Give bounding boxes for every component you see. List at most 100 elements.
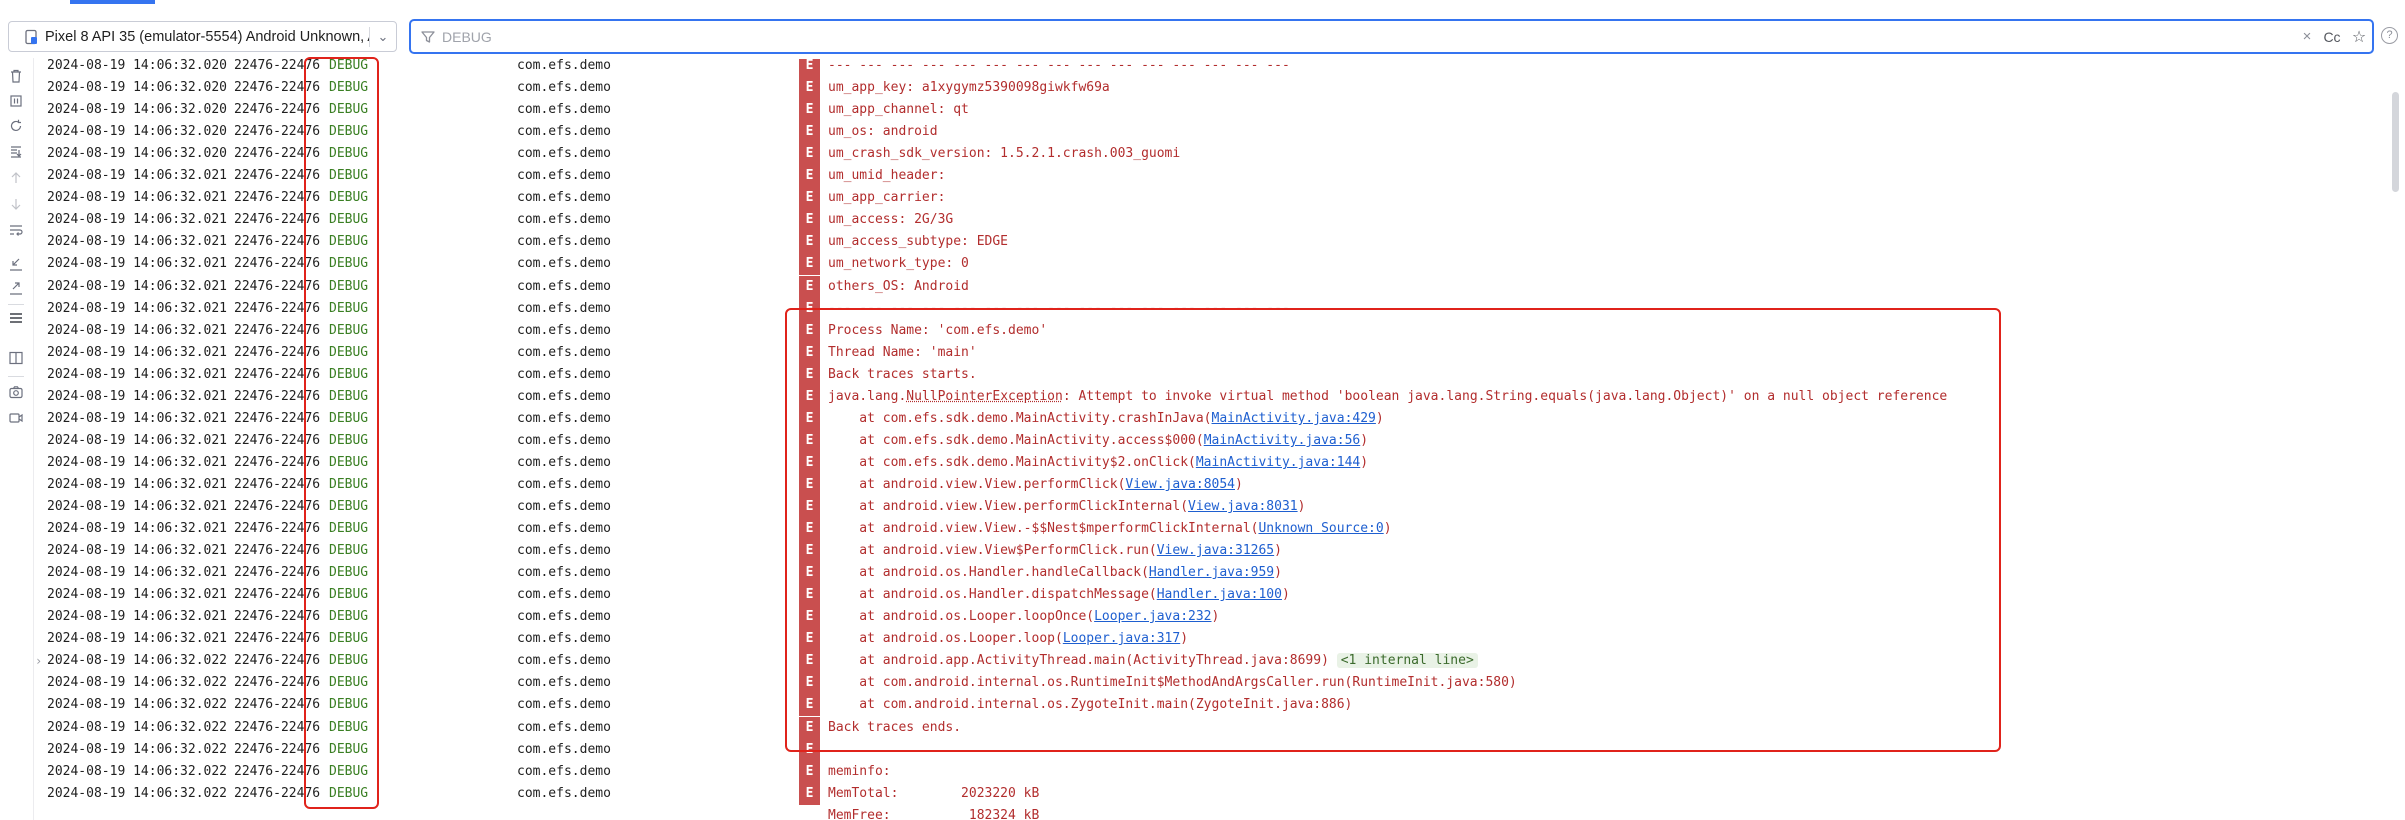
log-package: com.efs.demo <box>517 786 611 801</box>
log-row: 2024-08-19 14:06:32.021 22476-22476 DEBUG c… <box>36 187 2376 209</box>
log-row: 2024-08-19 14:06:32.021 22476-22476 DEBUG c… <box>36 452 2376 474</box>
log-pid-tid: 22476-22476 <box>234 323 321 338</box>
log-message: at com.efs.sdk.demo.MainActivity$2.onCli… <box>828 452 1368 474</box>
log-level: DEBUG <box>329 631 369 646</box>
log-level: DEBUG <box>329 411 369 426</box>
log-message: at android.os.Looper.loop(Looper.java:31… <box>828 628 1188 650</box>
log-timestamp: 2024-08-19 14:06:32.022 <box>47 697 228 712</box>
log-message: --- --- --- --- --- --- --- --- --- --- … <box>828 59 1290 73</box>
log-message: at com.android.internal.os.ZygoteInit.ma… <box>828 697 1353 712</box>
log-level-badge: E <box>799 452 820 474</box>
soft-wrap-icon[interactable] <box>8 222 24 238</box>
log-message-text: ) <box>1297 499 1306 514</box>
log-pid-tid: 22476-22476 <box>234 301 321 316</box>
log-package: com.efs.demo <box>517 742 611 757</box>
source-link[interactable]: MainActivity.java:144 <box>1196 455 1360 470</box>
source-link[interactable]: View.java:8054 <box>1125 477 1235 492</box>
log-timestamp: 2024-08-19 14:06:32.021 <box>47 367 228 382</box>
log-level-badge: E <box>799 694 820 716</box>
log-message-text: ) <box>1360 455 1369 470</box>
log-message-text: ) <box>1235 477 1243 492</box>
log-pid-tid: 22476-22476 <box>234 102 321 117</box>
log-timestamp: 2024-08-19 14:06:32.021 <box>47 477 228 492</box>
clear-filter-icon[interactable]: × <box>2296 28 2318 45</box>
source-link[interactable]: View.java:31265 <box>1157 543 1274 558</box>
restart-icon[interactable] <box>8 118 24 134</box>
active-tab-indicator <box>70 0 155 4</box>
log-message-text: at android.os.Looper.loopOnce( <box>828 609 1095 624</box>
log-level: DEBUG <box>329 499 369 514</box>
screenshot-icon[interactable] <box>8 384 24 400</box>
device-selector[interactable]: Pixel 8 API 35 (emulator-5554) Android U… <box>8 21 397 52</box>
screen-record-icon[interactable] <box>8 410 24 426</box>
log-message: um_network_type: 0 <box>828 256 969 271</box>
source-link[interactable]: View.java:8031 <box>1188 499 1298 514</box>
expand-row-icon[interactable]: › <box>36 650 42 672</box>
log-level: DEBUG <box>329 124 369 139</box>
source-link[interactable]: Looper.java:317 <box>1063 631 1180 646</box>
log-message: MemFree: 182324 kB <box>828 808 1040 820</box>
export-icon[interactable] <box>8 280 24 296</box>
log-message: at android.os.Looper.loopOnce(Looper.jav… <box>828 606 1219 628</box>
log-level: DEBUG <box>329 565 369 580</box>
log-level: DEBUG <box>329 521 369 536</box>
split-panels-icon[interactable] <box>8 350 24 366</box>
help-icon[interactable]: ? <box>2381 27 2398 44</box>
log-message-text: ) <box>1383 521 1392 536</box>
log-pid-tid: 22476-22476 <box>234 609 321 624</box>
log-message-text: at android.app.ActivityThread.main(Activ… <box>828 653 1337 668</box>
source-link[interactable]: Handler.java:959 <box>1149 565 1274 580</box>
log-row: MemFree: 182324 kB <box>36 805 2376 820</box>
log-timestamp: 2024-08-19 14:06:32.022 <box>47 653 228 668</box>
log-pid-tid: 22476-22476 <box>234 190 321 205</box>
match-case-toggle[interactable]: Cc <box>2318 29 2346 45</box>
source-link[interactable]: Unknown Source:0 <box>1258 521 1383 536</box>
arrow-up-icon[interactable] <box>8 170 24 186</box>
log-row: 2024-08-19 14:06:32.021 22476-22476 DEBUG c… <box>36 209 2376 231</box>
logcat-filter[interactable]: × Cc ☆ <box>409 19 2374 54</box>
log-message: Process Name: 'com.efs.demo' <box>828 323 1048 338</box>
source-link[interactable]: MainActivity.java:56 <box>1204 433 1361 448</box>
import-icon[interactable] <box>8 256 24 272</box>
log-message: at com.efs.sdk.demo.MainActivity.access$… <box>828 430 1368 452</box>
vertical-scrollbar[interactable] <box>2392 92 2399 192</box>
log-timestamp: 2024-08-19 14:06:32.020 <box>47 124 228 139</box>
scroll-to-end-icon[interactable] <box>8 144 24 160</box>
log-message: at android.view.View.performClickInterna… <box>828 496 1305 518</box>
log-timestamp: 2024-08-19 14:06:32.021 <box>47 565 228 580</box>
log-package: com.efs.demo <box>517 389 611 404</box>
log-pid-tid: 22476-22476 <box>234 742 321 757</box>
source-link[interactable]: MainActivity.java:429 <box>1212 411 1376 426</box>
log-message: at com.android.internal.os.RuntimeInit$M… <box>828 675 1517 690</box>
log-level-badge: E <box>799 408 820 430</box>
source-link[interactable]: Handler.java:100 <box>1157 587 1282 602</box>
log-row: 2024-08-19 14:06:32.021 22476-22476 DEBUG c… <box>36 584 2376 606</box>
log-level: DEBUG <box>329 256 369 271</box>
arrow-down-icon[interactable] <box>8 196 24 212</box>
log-timestamp: 2024-08-19 14:06:32.020 <box>47 80 228 95</box>
log-timestamp: 2024-08-19 14:06:32.021 <box>47 190 228 205</box>
log-package: com.efs.demo <box>517 234 611 249</box>
favorite-filter-icon[interactable]: ☆ <box>2346 27 2372 47</box>
log-timestamp: 2024-08-19 14:06:32.021 <box>47 499 228 514</box>
collapsed-lines-pill[interactable]: <1 internal line> <box>1336 653 1478 668</box>
logcat-output[interactable]: 2024-08-19 14:06:32.020 22476-22476 DEBUG c… <box>36 59 2386 820</box>
log-message-text: at com.efs.sdk.demo.MainActivity.crashIn… <box>828 411 1212 426</box>
filter-icon[interactable] <box>420 29 436 45</box>
log-message-text: at android.view.View.-$$Nest$mperformCli… <box>828 521 1259 536</box>
source-link[interactable]: Looper.java:232 <box>1094 609 1211 624</box>
log-message-text: : Attempt to invoke virtual method 'bool… <box>1062 389 1948 404</box>
log-level-badge: E <box>799 143 820 165</box>
pause-icon[interactable] <box>8 93 24 109</box>
format-settings-icon[interactable] <box>8 310 24 326</box>
log-pid-tid: 22476-22476 <box>234 521 321 536</box>
log-row: 2024-08-19 14:06:32.021 22476-22476 DEBUG c… <box>36 496 2376 518</box>
log-package: com.efs.demo <box>517 256 611 271</box>
log-message: Thread Name: 'main' <box>828 345 977 360</box>
log-timestamp: 2024-08-19 14:06:32.020 <box>47 59 228 73</box>
chevron-down-icon[interactable]: ⌄ <box>370 29 396 45</box>
log-timestamp: 2024-08-19 14:06:32.021 <box>47 168 228 183</box>
filter-input[interactable] <box>440 21 2296 52</box>
log-level-badge: E <box>799 496 820 518</box>
trash-icon[interactable] <box>8 68 24 84</box>
